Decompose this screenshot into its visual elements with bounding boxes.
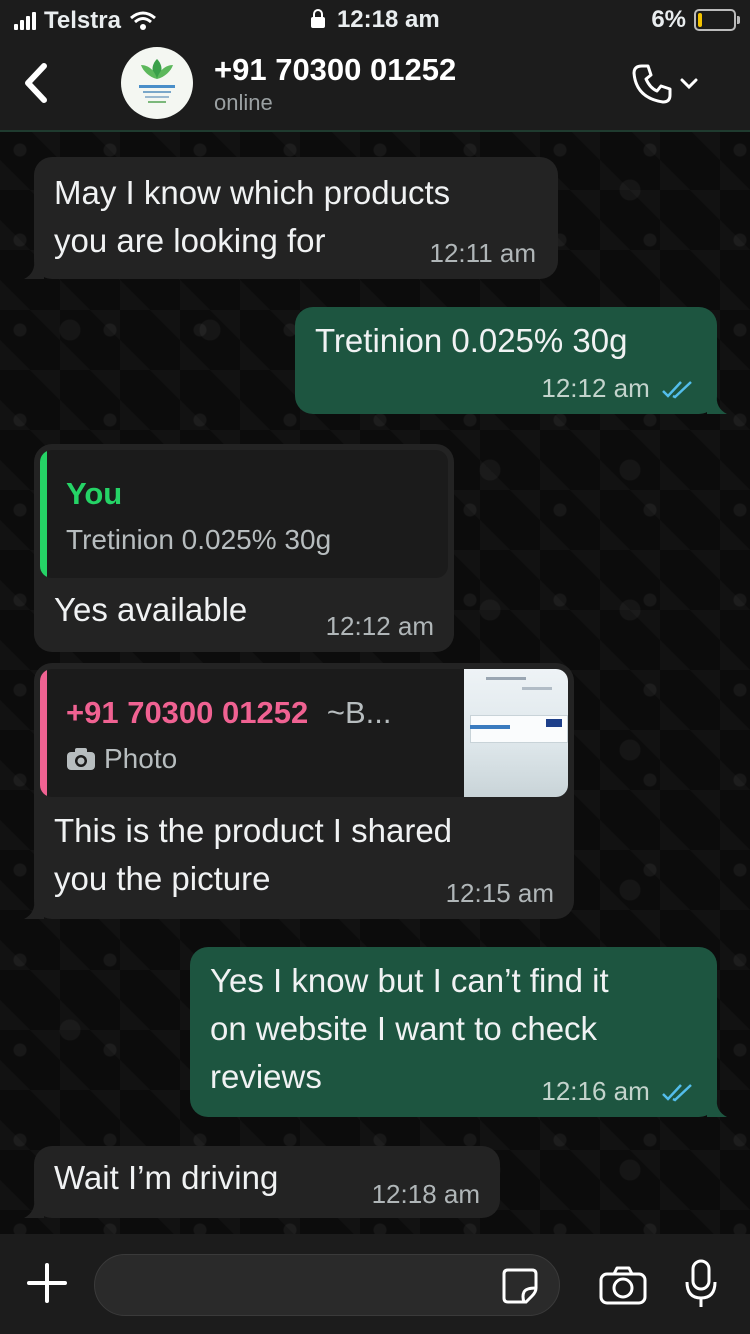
message-bubble-incoming[interactable]: May I know which products you are lookin…: [24, 157, 558, 279]
message-text: on website I want to check: [210, 1010, 598, 1047]
message-text: Yes available: [54, 591, 248, 628]
contact-status: online: [214, 90, 273, 115]
quote-author: You: [66, 476, 123, 511]
message-text: you are looking for: [54, 222, 326, 259]
bubble-tail: [24, 1198, 44, 1218]
camera-icon: [67, 748, 95, 770]
message-text: May I know which products: [54, 174, 451, 211]
message-time: 12:18 am: [371, 1179, 480, 1209]
chevron-down-icon: [680, 78, 698, 90]
read-receipt-icon: [662, 1084, 692, 1102]
message-bubble-incoming[interactable]: You Tretinion 0.025% 30g Yes available 1…: [34, 444, 454, 652]
message-time: 12:12 am: [325, 611, 434, 641]
bubble-tail: [707, 394, 727, 414]
message-bubble-incoming[interactable]: +91 70300 01252 ~B... Photo This is the …: [24, 663, 574, 919]
microphone-icon[interactable]: [683, 1258, 719, 1310]
sticker-icon[interactable]: [500, 1266, 540, 1306]
message-time: 12:12 am: [541, 373, 650, 403]
contact-name[interactable]: +91 70300 01252: [214, 52, 456, 88]
message-time: 12:15 am: [445, 878, 554, 908]
call-button[interactable]: [630, 62, 698, 106]
quote-text: Tretinion 0.025% 30g: [66, 524, 332, 555]
quoted-message[interactable]: You Tretinion 0.025% 30g: [40, 450, 448, 578]
quote-author-suffix: ~B...: [326, 695, 392, 730]
bubble-tail: [707, 1097, 727, 1117]
message-text: you the picture: [54, 860, 271, 897]
message-input[interactable]: [94, 1254, 560, 1316]
battery-icon: [694, 9, 740, 31]
message-bubble-outgoing[interactable]: Yes I know but I can’t find it on websit…: [190, 947, 727, 1117]
lock-icon: [311, 9, 326, 28]
clock: 12:18 am: [336, 6, 440, 33]
quote-author: +91 70300 01252: [66, 695, 309, 730]
battery-percent: 6%: [651, 6, 686, 33]
message-text: Tretinion 0.025% 30g: [315, 322, 628, 359]
avatar[interactable]: [121, 47, 193, 119]
message-bubble-incoming[interactable]: Wait I’m driving 12:18 am: [24, 1146, 500, 1218]
back-icon[interactable]: [16, 58, 56, 108]
camera-icon[interactable]: [598, 1264, 648, 1306]
bubble-tail: [24, 899, 44, 919]
quote-media-label: Photo: [104, 743, 178, 774]
bubble-tail: [24, 259, 44, 279]
phone-icon: [632, 64, 672, 104]
composer-bar: [0, 1234, 750, 1334]
message-text: Wait I’m driving: [54, 1159, 279, 1196]
message-time: 12:16 am: [541, 1076, 650, 1106]
read-receipt-icon: [662, 381, 692, 399]
logo-icon: [139, 59, 175, 103]
message-bubble-outgoing[interactable]: Tretinion 0.025% 30g 12:12 am: [295, 307, 727, 414]
chat-header: +91 70300 01252 online: [0, 40, 750, 132]
message-time: 12:11 am: [429, 238, 536, 268]
photo-thumbnail[interactable]: [464, 669, 568, 797]
plus-icon[interactable]: [26, 1262, 68, 1304]
quoted-message[interactable]: +91 70300 01252 ~B... Photo: [40, 669, 568, 797]
message-text: This is the product I shared: [54, 812, 453, 849]
message-text: Yes I know but I can’t find it: [210, 962, 609, 999]
status-bar: Telstra 12:18 am 6%: [0, 0, 750, 40]
